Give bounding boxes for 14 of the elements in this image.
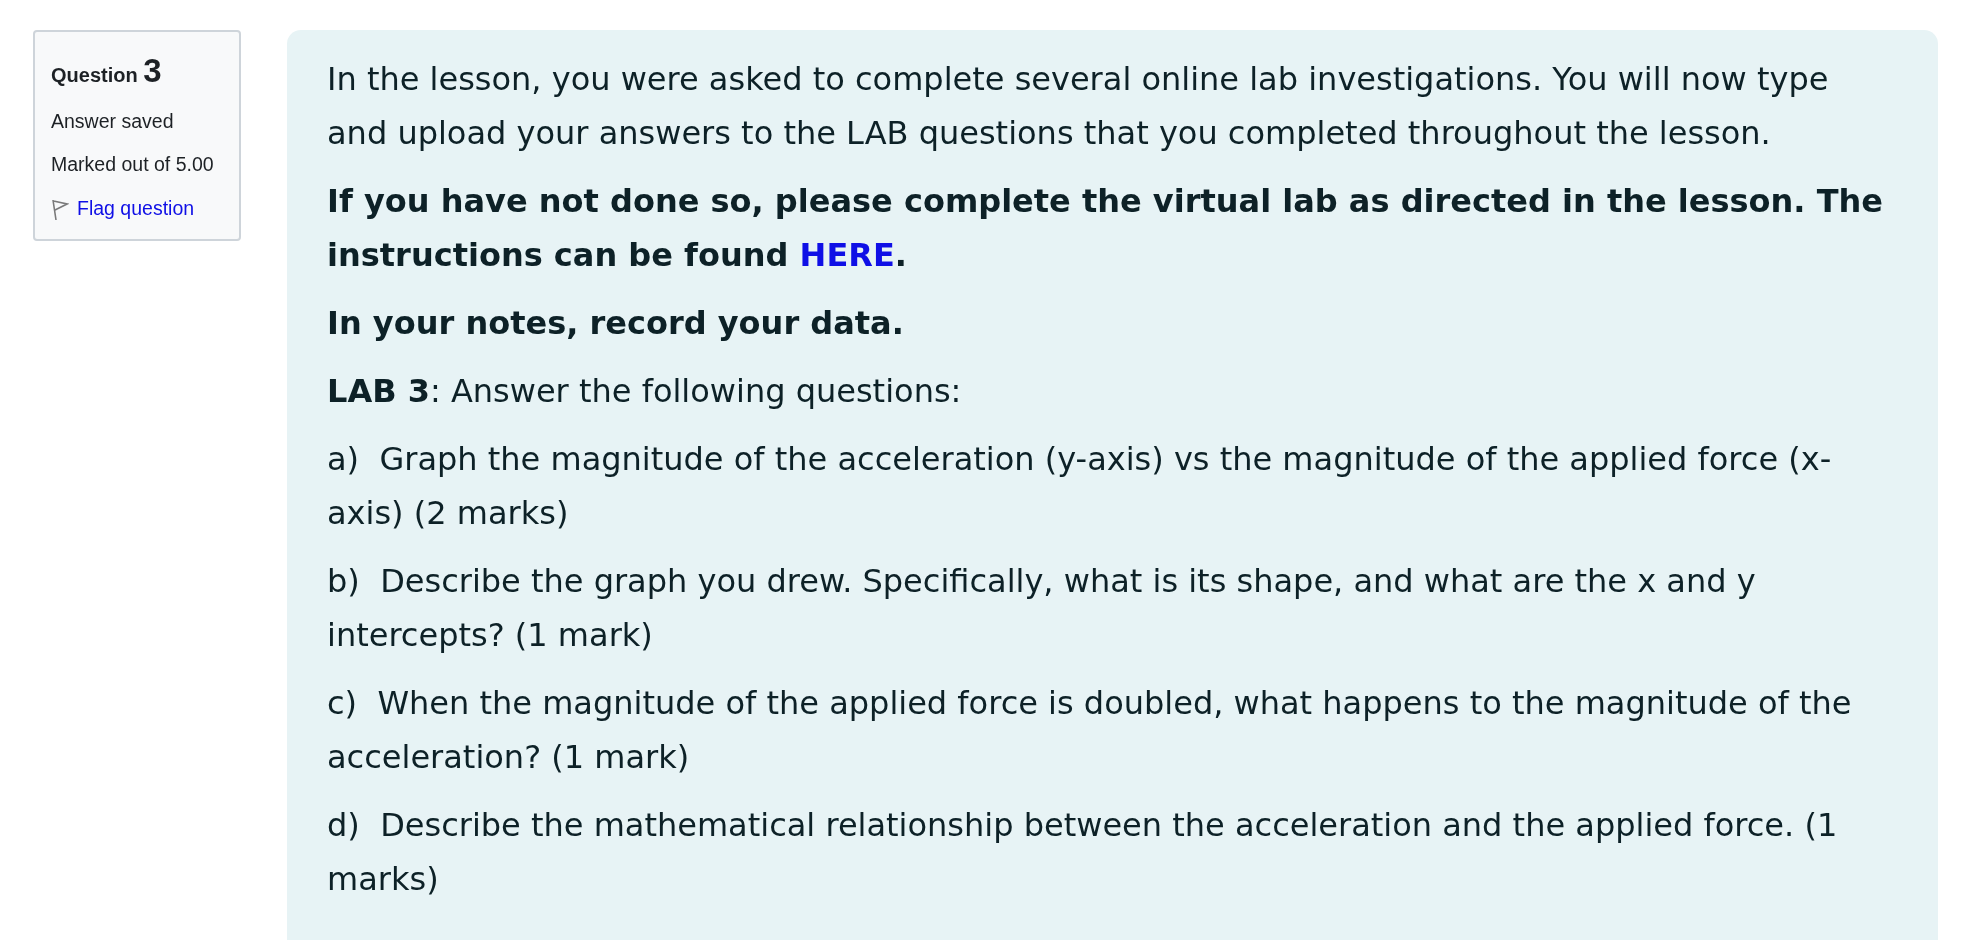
question-item: b) Describe the graph you drew. Specifically, what is its shape, and what are the x and y intercepts? (1 mark) — [327, 561, 1757, 656]
flag-icon[interactable] — [51, 199, 69, 222]
instructions-link[interactable]: HERE — [799, 236, 895, 274]
question-item: d) Describe the mathematical relationship between the acceleration and the applied force. (1 marks) — [327, 805, 1839, 900]
question-item: c) When the magnitude of the applied force is doubled, what happens to the magnitude of the acceleration? (1 mark) — [327, 683, 1853, 778]
question-number: Question 3 — [51, 51, 163, 91]
intro-paragraph: In the lesson, you were asked to complete several online lab investigations. You will now type and upload your answers to the LAB questions that you completed throughout the lesson. — [327, 59, 1830, 154]
answer-status: Answer saved — [51, 108, 175, 134]
instruction-paragraph: If you have not done so, please complete the virtual lab as directed in the lesson. The instructions can be found HERE. — [327, 181, 1884, 276]
grade-text: Marked out of 5.00 — [51, 151, 215, 177]
notes-instruction: In your notes, record your data. — [327, 303, 905, 344]
lab-heading: LAB 3: Answer the following questions: — [327, 371, 963, 412]
flag-question-link[interactable]: Flag question — [77, 194, 195, 224]
question-item: a) Graph the magnitude of the acceleration (y-axis) vs the magnitude of the applied force (x-axis) (2 marks) — [327, 439, 1833, 534]
